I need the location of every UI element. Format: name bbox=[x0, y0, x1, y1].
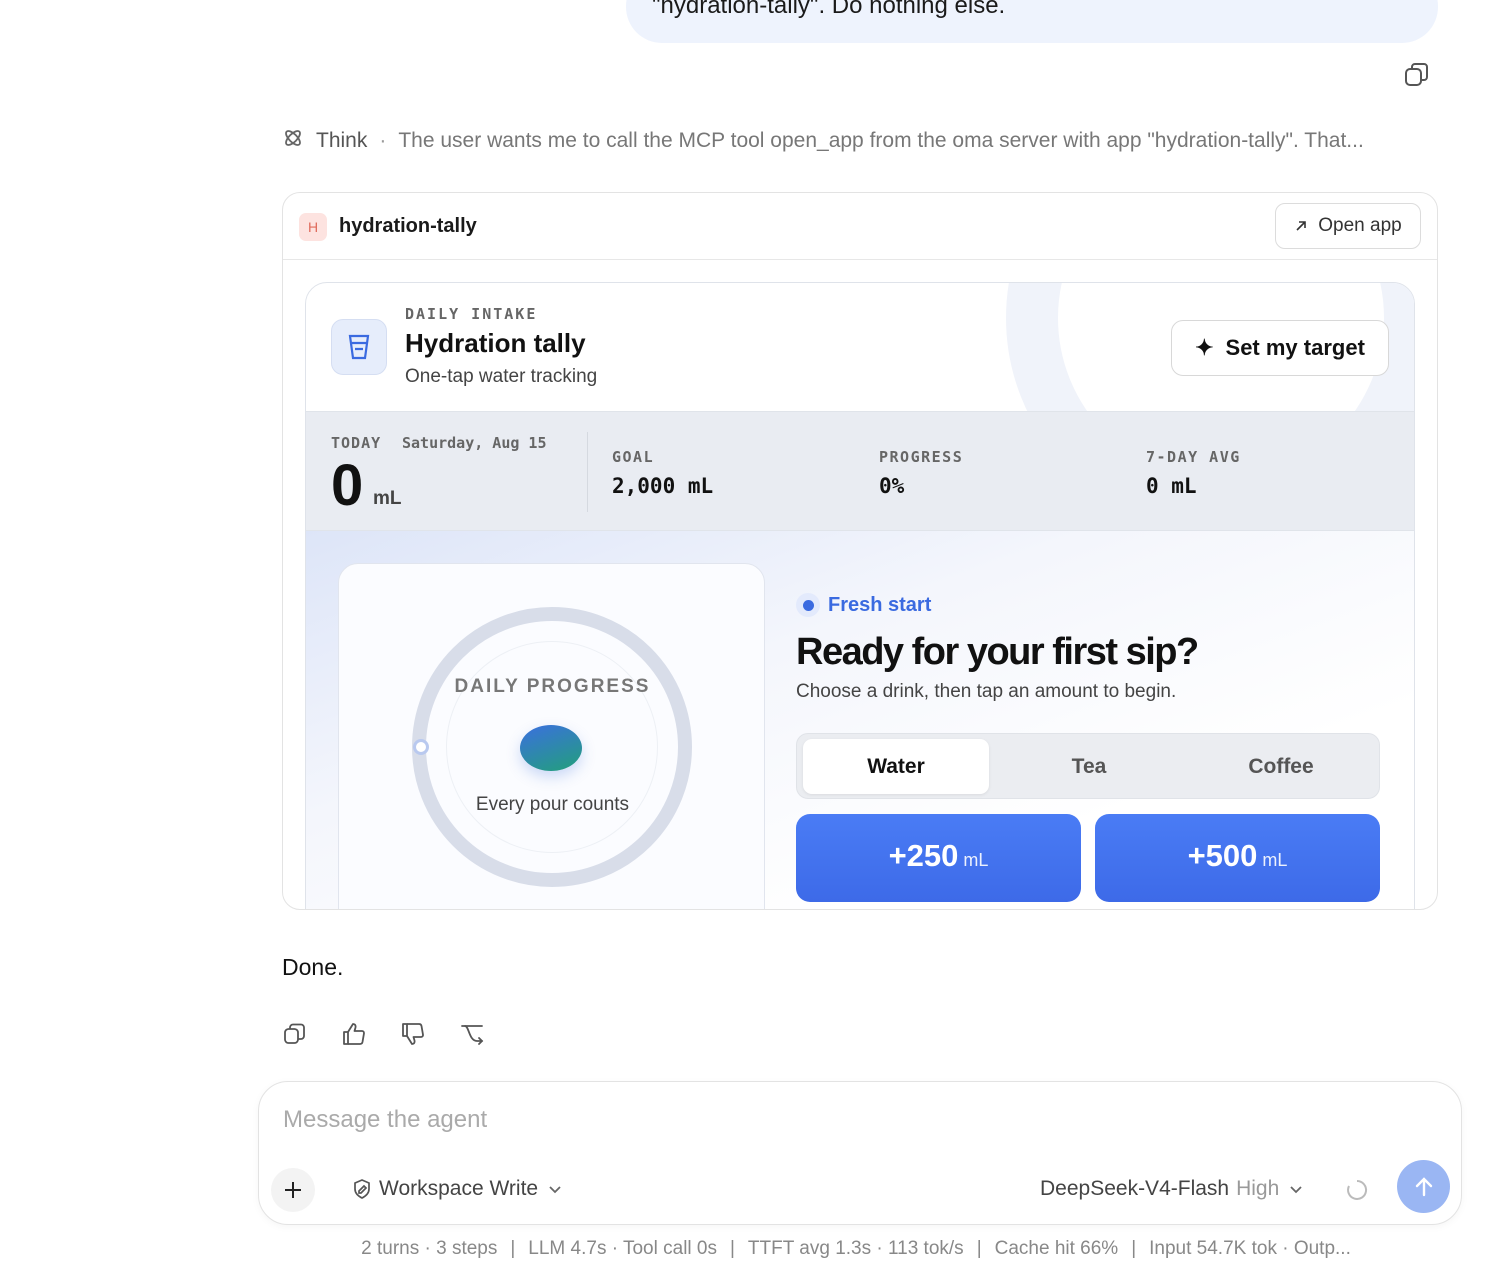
stat-separator: | bbox=[976, 1238, 982, 1259]
sparkle-icon: ✦ bbox=[1195, 335, 1214, 360]
amount-unit: mL bbox=[1262, 850, 1288, 870]
loading-spinner-icon bbox=[1346, 1179, 1368, 1201]
status-text: Fresh start bbox=[828, 593, 932, 616]
goal-label: GOAL bbox=[612, 448, 655, 466]
amount-value: +250 bbox=[888, 838, 959, 873]
stat-separator: | bbox=[510, 1238, 516, 1259]
today-value: 0 bbox=[331, 453, 364, 518]
stat-turns: 2 turns · 3 steps bbox=[361, 1238, 498, 1259]
stats-divider bbox=[587, 432, 588, 512]
avg-value: 0 mL bbox=[1146, 474, 1197, 498]
status-badge: Fresh start bbox=[796, 593, 931, 617]
goal-stat: GOAL 2,000 mL bbox=[612, 448, 713, 498]
water-drop-icon bbox=[520, 725, 582, 771]
app-card-header: H hydration-tally Open app bbox=[283, 193, 1437, 260]
drink-tab-coffee[interactable]: Coffee bbox=[1188, 739, 1374, 794]
copy-message-icon[interactable] bbox=[1402, 60, 1432, 90]
daily-progress-label: DAILY PROGRESS bbox=[454, 676, 651, 697]
avg-label: 7-DAY AVG bbox=[1146, 448, 1241, 466]
plus-icon bbox=[285, 1182, 301, 1198]
composer: Workspace Write DeepSeek-V4-Flash High bbox=[258, 1081, 1462, 1225]
set-target-label: Set my target bbox=[1225, 335, 1365, 360]
today-date: Saturday, Aug 15 bbox=[402, 434, 547, 452]
arrow-up-icon bbox=[1415, 1176, 1432, 1196]
assistant-reply: Done. bbox=[282, 954, 344, 980]
app-badge: H bbox=[299, 213, 327, 241]
today-unit: mL bbox=[373, 488, 402, 509]
stat-separator: | bbox=[729, 1238, 735, 1259]
copy-icon[interactable] bbox=[280, 1019, 310, 1049]
user-message-text: "hydration-tally". Do nothing else. bbox=[652, 0, 1006, 19]
app-header: DAILY INTAKE Hydration tally One-tap wat… bbox=[306, 283, 1414, 411]
chevron-down-icon bbox=[1290, 1186, 1302, 1194]
app-title: Hydration tally bbox=[405, 328, 586, 358]
avg-stat: 7-DAY AVG 0 mL bbox=[1146, 448, 1241, 498]
app-card: H hydration-tally Open app DAILY INTAKE … bbox=[282, 192, 1438, 910]
usage-stats: 2 turns · 3 steps | LLM 4.7s · Tool call 0… bbox=[0, 1238, 1500, 1260]
log-pane: Fresh start Ready for your first sip? Ch… bbox=[796, 531, 1386, 909]
message-input[interactable] bbox=[283, 1106, 1383, 1134]
progress-label: PROGRESS bbox=[879, 448, 964, 466]
app-name: hydration-tally bbox=[339, 215, 477, 237]
think-icon bbox=[282, 127, 304, 155]
mode-label: Workspace Write bbox=[379, 1177, 539, 1200]
message-actions bbox=[280, 1019, 516, 1049]
progress-stat: PROGRESS 0% bbox=[879, 448, 963, 498]
app-subtitle: One-tap water tracking bbox=[405, 366, 598, 387]
chevron-down-icon bbox=[549, 1186, 561, 1194]
thumbs-down-icon[interactable] bbox=[398, 1019, 428, 1049]
stat-latency: LLM 4.7s · Tool call 0s bbox=[528, 1238, 717, 1259]
instruction: Choose a drink, then tap an amount to be… bbox=[796, 681, 1177, 702]
stat-cache: Cache hit 66% bbox=[994, 1238, 1119, 1259]
open-app-label: Open app bbox=[1318, 215, 1402, 236]
branch-icon[interactable] bbox=[457, 1019, 487, 1049]
send-button[interactable] bbox=[1397, 1160, 1450, 1213]
model-effort: High bbox=[1236, 1177, 1280, 1200]
think-separator: · bbox=[379, 129, 387, 152]
daily-progress-card: DAILY PROGRESS Every pour counts bbox=[338, 563, 765, 909]
amount-unit: mL bbox=[963, 850, 989, 870]
add-500-button[interactable]: +500 mL bbox=[1095, 814, 1380, 902]
amount-value: +500 bbox=[1187, 838, 1258, 873]
cup-icon bbox=[331, 319, 387, 375]
stats-bar: TODAY Saturday, Aug 15 0 mL GOAL 2,000 m… bbox=[306, 411, 1414, 531]
app-eyebrow: DAILY INTAKE bbox=[405, 305, 538, 323]
today-label: TODAY bbox=[331, 434, 382, 452]
shield-edit-icon bbox=[354, 1179, 370, 1199]
drink-tab-water[interactable]: Water bbox=[803, 739, 989, 794]
drink-selector: Water Tea Coffee bbox=[796, 733, 1380, 799]
progress-value: 0% bbox=[879, 474, 905, 498]
think-row[interactable]: Think · The user wants me to call the MC… bbox=[282, 126, 1364, 156]
add-attachment-button[interactable] bbox=[271, 1168, 315, 1212]
progress-ring-knob bbox=[413, 739, 429, 755]
open-app-button[interactable]: Open app bbox=[1275, 203, 1421, 249]
model-selector[interactable]: DeepSeek-V4-Flash High bbox=[1040, 1177, 1303, 1201]
stat-ttft: TTFT avg 1.3s · 113 tok/s bbox=[747, 1238, 964, 1259]
goal-value: 2,000 mL bbox=[612, 474, 714, 498]
external-arrow-icon bbox=[1296, 221, 1307, 231]
progress-caption: Every pour counts bbox=[475, 794, 630, 815]
stat-separator: | bbox=[1131, 1238, 1137, 1259]
think-text: The user wants me to call the MCP tool o… bbox=[398, 129, 1364, 152]
stat-tokens: Input 54.7K tok · Outp... bbox=[1149, 1238, 1351, 1259]
status-dot-icon bbox=[796, 593, 820, 617]
drink-tab-tea[interactable]: Tea bbox=[996, 739, 1182, 794]
user-message-bubble: "hydration-tally". Do nothing else. bbox=[626, 0, 1438, 43]
thumbs-up-icon[interactable] bbox=[339, 1019, 369, 1049]
add-250-button[interactable]: +250 mL bbox=[796, 814, 1081, 902]
headline: Ready for your first sip? bbox=[796, 631, 1199, 673]
app-body: DAILY PROGRESS Every pour counts Fresh s… bbox=[306, 531, 1414, 909]
hydration-app: DAILY INTAKE Hydration tally One-tap wat… bbox=[305, 282, 1415, 909]
set-target-button[interactable]: ✦ Set my target bbox=[1171, 320, 1389, 376]
mode-selector[interactable]: Workspace Write bbox=[351, 1177, 568, 1201]
think-label: Think bbox=[316, 129, 368, 152]
model-name: DeepSeek-V4-Flash bbox=[1040, 1177, 1230, 1200]
